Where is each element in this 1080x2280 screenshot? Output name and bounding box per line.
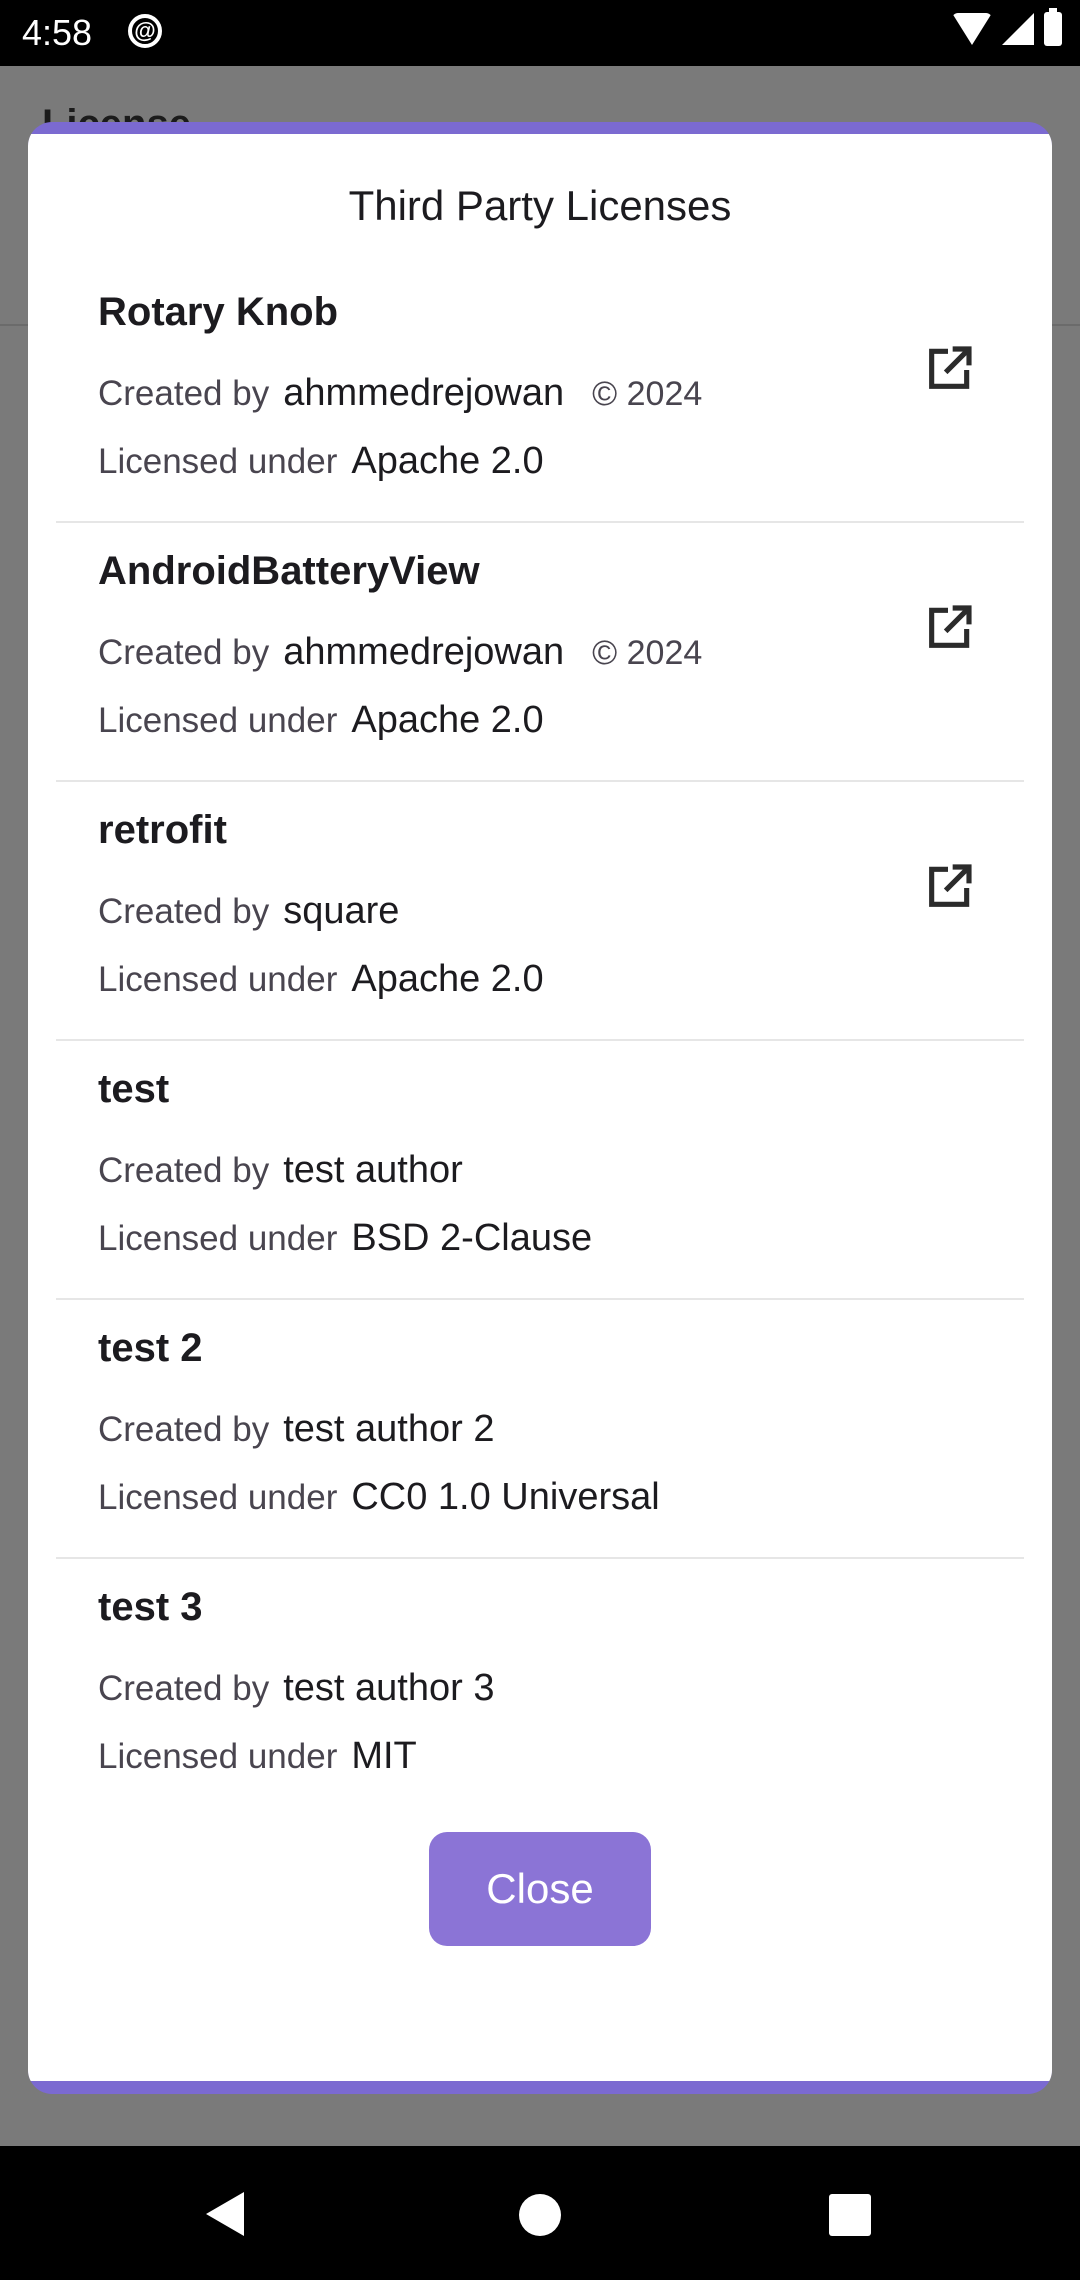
license-row: Licensed under Apache 2.0 <box>98 958 544 1001</box>
author-row: Created by test author <box>98 1149 463 1192</box>
author-row: Created by square <box>98 890 399 933</box>
wifi-icon <box>952 13 992 45</box>
license-row: Licensed under Apache 2.0 <box>98 440 544 483</box>
created-by-label: Created by <box>98 1410 270 1449</box>
open-in-new-icon[interactable] <box>920 860 976 916</box>
open-in-new-icon[interactable] <box>920 342 976 398</box>
author-name: ahmmedrejowan <box>283 631 565 673</box>
license-type: BSD 2-Clause <box>351 1217 593 1259</box>
created-by-label: Created by <box>98 1151 270 1190</box>
license-type: Apache 2.0 <box>351 699 544 741</box>
author-row: Created by ahmmedrejowan © 2024 <box>98 631 702 674</box>
signal-icon <box>1002 13 1034 45</box>
license-name: test 2 <box>98 1326 203 1370</box>
author-name: square <box>283 890 400 932</box>
dialog-title: Third Party Licenses <box>348 182 732 229</box>
license-name: test <box>98 1067 170 1111</box>
author-name: ahmmedrejowan <box>283 372 565 414</box>
dialog-body: Third Party Licenses Rotary Knob Created … <box>28 134 1052 2081</box>
license-item[interactable]: Rotary Knob Created by ahmmedrejowan © 2024… <box>56 264 1024 523</box>
author-row: Created by ahmmedrejowan © 2024 <box>98 372 702 415</box>
status-time: 4:58 <box>22 12 93 53</box>
back-icon[interactable] <box>206 2192 244 2236</box>
license-item[interactable]: AndroidBatteryView Created by ahmmedrejowa… <box>56 523 1024 782</box>
created-by-label: Created by <box>98 1669 270 1708</box>
license-list[interactable]: Rotary Knob Created by ahmmedrejowan © 2024… <box>28 264 1052 1804</box>
created-by-label: Created by <box>98 892 270 931</box>
author-name: test author 2 <box>283 1408 495 1450</box>
author-row: Created by test author 3 <box>98 1667 494 1710</box>
license-row: Licensed under Apache 2.0 <box>98 699 544 742</box>
created-by-label: Created by <box>98 633 270 672</box>
license-name: AndroidBatteryView <box>98 549 480 593</box>
licensed-under-label: Licensed under <box>98 701 338 740</box>
author-name: test author 3 <box>283 1667 495 1709</box>
license-type: MIT <box>351 1735 417 1777</box>
license-item[interactable]: test 3 Created by test author 3 Licensed un… <box>56 1559 1024 1804</box>
license-type: Apache 2.0 <box>351 440 544 482</box>
licenses-dialog: Third Party Licenses Rotary Knob Created … <box>28 122 1052 2094</box>
copyright-year: © 2024 <box>592 634 703 672</box>
copyright-year: © 2024 <box>592 375 703 413</box>
license-type: CC0 1.0 Universal <box>351 1476 660 1518</box>
status-bar: 4:58 @ <box>0 0 1080 66</box>
license-type: Apache 2.0 <box>351 958 544 1000</box>
home-icon[interactable] <box>519 2194 561 2236</box>
navigation-bar <box>0 2146 1080 2280</box>
license-row: Licensed under BSD 2-Clause <box>98 1217 592 1260</box>
open-in-new-icon[interactable] <box>920 601 976 657</box>
license-item[interactable]: retrofit Created by square Licensed under Ap… <box>56 782 1024 1041</box>
licensed-under-label: Licensed under <box>98 1478 338 1517</box>
licensed-under-label: Licensed under <box>98 1737 338 1776</box>
licensed-under-label: Licensed under <box>98 442 338 481</box>
author-row: Created by test author 2 <box>98 1408 494 1451</box>
license-row: Licensed under MIT <box>98 1735 417 1778</box>
battery-icon <box>1044 8 1062 46</box>
created-by-label: Created by <box>98 374 270 413</box>
author-name: test author <box>283 1149 463 1191</box>
at-sign-icon: @ <box>128 14 162 48</box>
recents-icon[interactable] <box>829 2194 871 2236</box>
licensed-under-label: Licensed under <box>98 960 338 999</box>
license-name: retrofit <box>98 808 227 852</box>
license-name: Rotary Knob <box>98 290 338 334</box>
license-item[interactable]: test Created by test author Licensed under B… <box>56 1041 1024 1300</box>
licensed-under-label: Licensed under <box>98 1219 338 1258</box>
status-icons <box>952 8 1062 46</box>
license-name: test 3 <box>98 1585 203 1629</box>
close-button[interactable]: Close <box>429 1832 651 1946</box>
license-item[interactable]: test 2 Created by test author 2 Licensed un… <box>56 1300 1024 1559</box>
license-row: Licensed under CC0 1.0 Universal <box>98 1476 660 1519</box>
